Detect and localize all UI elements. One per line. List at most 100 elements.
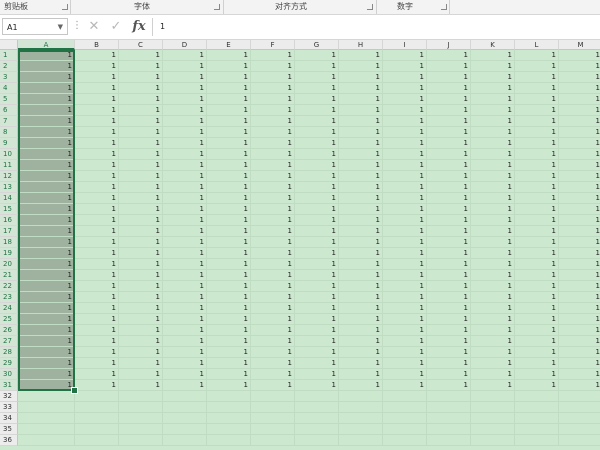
cell-g23[interactable]: 1 xyxy=(295,292,339,303)
cell-b24[interactable]: 1 xyxy=(75,303,119,314)
cell-l16[interactable]: 1 xyxy=(515,215,559,226)
cell-m19[interactable]: 1 xyxy=(559,248,600,259)
cell-m23[interactable]: 1 xyxy=(559,292,600,303)
cell-d24[interactable]: 1 xyxy=(163,303,207,314)
column-header-a[interactable]: A xyxy=(18,40,75,50)
cell-e34[interactable] xyxy=(207,413,251,424)
cell-i36[interactable] xyxy=(383,435,427,446)
cell-c11[interactable]: 1 xyxy=(119,160,163,171)
cell-f29[interactable]: 1 xyxy=(251,358,295,369)
cell-f32[interactable] xyxy=(251,391,295,402)
cell-b18[interactable]: 1 xyxy=(75,237,119,248)
cell-a28[interactable]: 1 xyxy=(18,347,75,358)
cell-c28[interactable]: 1 xyxy=(119,347,163,358)
cell-a23[interactable]: 1 xyxy=(18,292,75,303)
cell-a27[interactable]: 1 xyxy=(18,336,75,347)
cell-i8[interactable]: 1 xyxy=(383,127,427,138)
cell-m18[interactable]: 1 xyxy=(559,237,600,248)
cell-f35[interactable] xyxy=(251,424,295,435)
cell-l14[interactable]: 1 xyxy=(515,193,559,204)
cell-f5[interactable]: 1 xyxy=(251,94,295,105)
cell-h35[interactable] xyxy=(339,424,383,435)
cell-k19[interactable]: 1 xyxy=(471,248,515,259)
cell-c25[interactable]: 1 xyxy=(119,314,163,325)
cell-g9[interactable]: 1 xyxy=(295,138,339,149)
cell-i32[interactable] xyxy=(383,391,427,402)
cell-l27[interactable]: 1 xyxy=(515,336,559,347)
cell-k12[interactable]: 1 xyxy=(471,171,515,182)
cell-g35[interactable] xyxy=(295,424,339,435)
cell-e8[interactable]: 1 xyxy=(207,127,251,138)
cell-d13[interactable]: 1 xyxy=(163,182,207,193)
cell-d30[interactable]: 1 xyxy=(163,369,207,380)
column-header-c[interactable]: C xyxy=(119,40,163,50)
cell-c29[interactable]: 1 xyxy=(119,358,163,369)
cell-k22[interactable]: 1 xyxy=(471,281,515,292)
row-header-9[interactable]: 9 xyxy=(0,138,18,149)
cell-a15[interactable]: 1 xyxy=(18,204,75,215)
cell-g14[interactable]: 1 xyxy=(295,193,339,204)
cell-h6[interactable]: 1 xyxy=(339,105,383,116)
row-header-26[interactable]: 26 xyxy=(0,325,18,336)
cell-m6[interactable]: 1 xyxy=(559,105,600,116)
cell-e7[interactable]: 1 xyxy=(207,116,251,127)
dialog-launcher-icon[interactable] xyxy=(367,4,373,10)
cell-a2[interactable]: 1 xyxy=(18,61,75,72)
cell-g5[interactable]: 1 xyxy=(295,94,339,105)
cell-f9[interactable]: 1 xyxy=(251,138,295,149)
cell-c21[interactable]: 1 xyxy=(119,270,163,281)
cell-f19[interactable]: 1 xyxy=(251,248,295,259)
cell-j34[interactable] xyxy=(427,413,471,424)
cell-c34[interactable] xyxy=(119,413,163,424)
row-header-25[interactable]: 25 xyxy=(0,314,18,325)
cell-k13[interactable]: 1 xyxy=(471,182,515,193)
cell-e17[interactable]: 1 xyxy=(207,226,251,237)
cell-j7[interactable]: 1 xyxy=(427,116,471,127)
cell-l3[interactable]: 1 xyxy=(515,72,559,83)
cell-d28[interactable]: 1 xyxy=(163,347,207,358)
row-header-15[interactable]: 15 xyxy=(0,204,18,215)
cell-h14[interactable]: 1 xyxy=(339,193,383,204)
cell-c19[interactable]: 1 xyxy=(119,248,163,259)
cell-h5[interactable]: 1 xyxy=(339,94,383,105)
cell-k33[interactable] xyxy=(471,402,515,413)
cell-b15[interactable]: 1 xyxy=(75,204,119,215)
cell-b11[interactable]: 1 xyxy=(75,160,119,171)
cell-j33[interactable] xyxy=(427,402,471,413)
cell-c23[interactable]: 1 xyxy=(119,292,163,303)
cell-i12[interactable]: 1 xyxy=(383,171,427,182)
cell-h25[interactable]: 1 xyxy=(339,314,383,325)
cell-k8[interactable]: 1 xyxy=(471,127,515,138)
cell-i14[interactable]: 1 xyxy=(383,193,427,204)
cell-i7[interactable]: 1 xyxy=(383,116,427,127)
cell-k11[interactable]: 1 xyxy=(471,160,515,171)
cell-h34[interactable] xyxy=(339,413,383,424)
cell-j30[interactable]: 1 xyxy=(427,369,471,380)
row-header-10[interactable]: 10 xyxy=(0,149,18,160)
cell-h10[interactable]: 1 xyxy=(339,149,383,160)
cell-i22[interactable]: 1 xyxy=(383,281,427,292)
cell-a34[interactable] xyxy=(18,413,75,424)
cell-e21[interactable]: 1 xyxy=(207,270,251,281)
cell-h27[interactable]: 1 xyxy=(339,336,383,347)
cell-k18[interactable]: 1 xyxy=(471,237,515,248)
cell-l22[interactable]: 1 xyxy=(515,281,559,292)
cell-m20[interactable]: 1 xyxy=(559,259,600,270)
cell-c22[interactable]: 1 xyxy=(119,281,163,292)
cell-g4[interactable]: 1 xyxy=(295,83,339,94)
cell-g15[interactable]: 1 xyxy=(295,204,339,215)
row-header-7[interactable]: 7 xyxy=(0,116,18,127)
cell-f20[interactable]: 1 xyxy=(251,259,295,270)
cell-b35[interactable] xyxy=(75,424,119,435)
cell-g31[interactable]: 1 xyxy=(295,380,339,391)
cell-b32[interactable] xyxy=(75,391,119,402)
cell-m11[interactable]: 1 xyxy=(559,160,600,171)
cell-j20[interactable]: 1 xyxy=(427,259,471,270)
cell-a33[interactable] xyxy=(18,402,75,413)
cell-e30[interactable]: 1 xyxy=(207,369,251,380)
cell-a1[interactable]: 1 xyxy=(18,50,75,61)
cell-g6[interactable]: 1 xyxy=(295,105,339,116)
cell-e2[interactable]: 1 xyxy=(207,61,251,72)
cell-f8[interactable]: 1 xyxy=(251,127,295,138)
row-header-30[interactable]: 30 xyxy=(0,369,18,380)
